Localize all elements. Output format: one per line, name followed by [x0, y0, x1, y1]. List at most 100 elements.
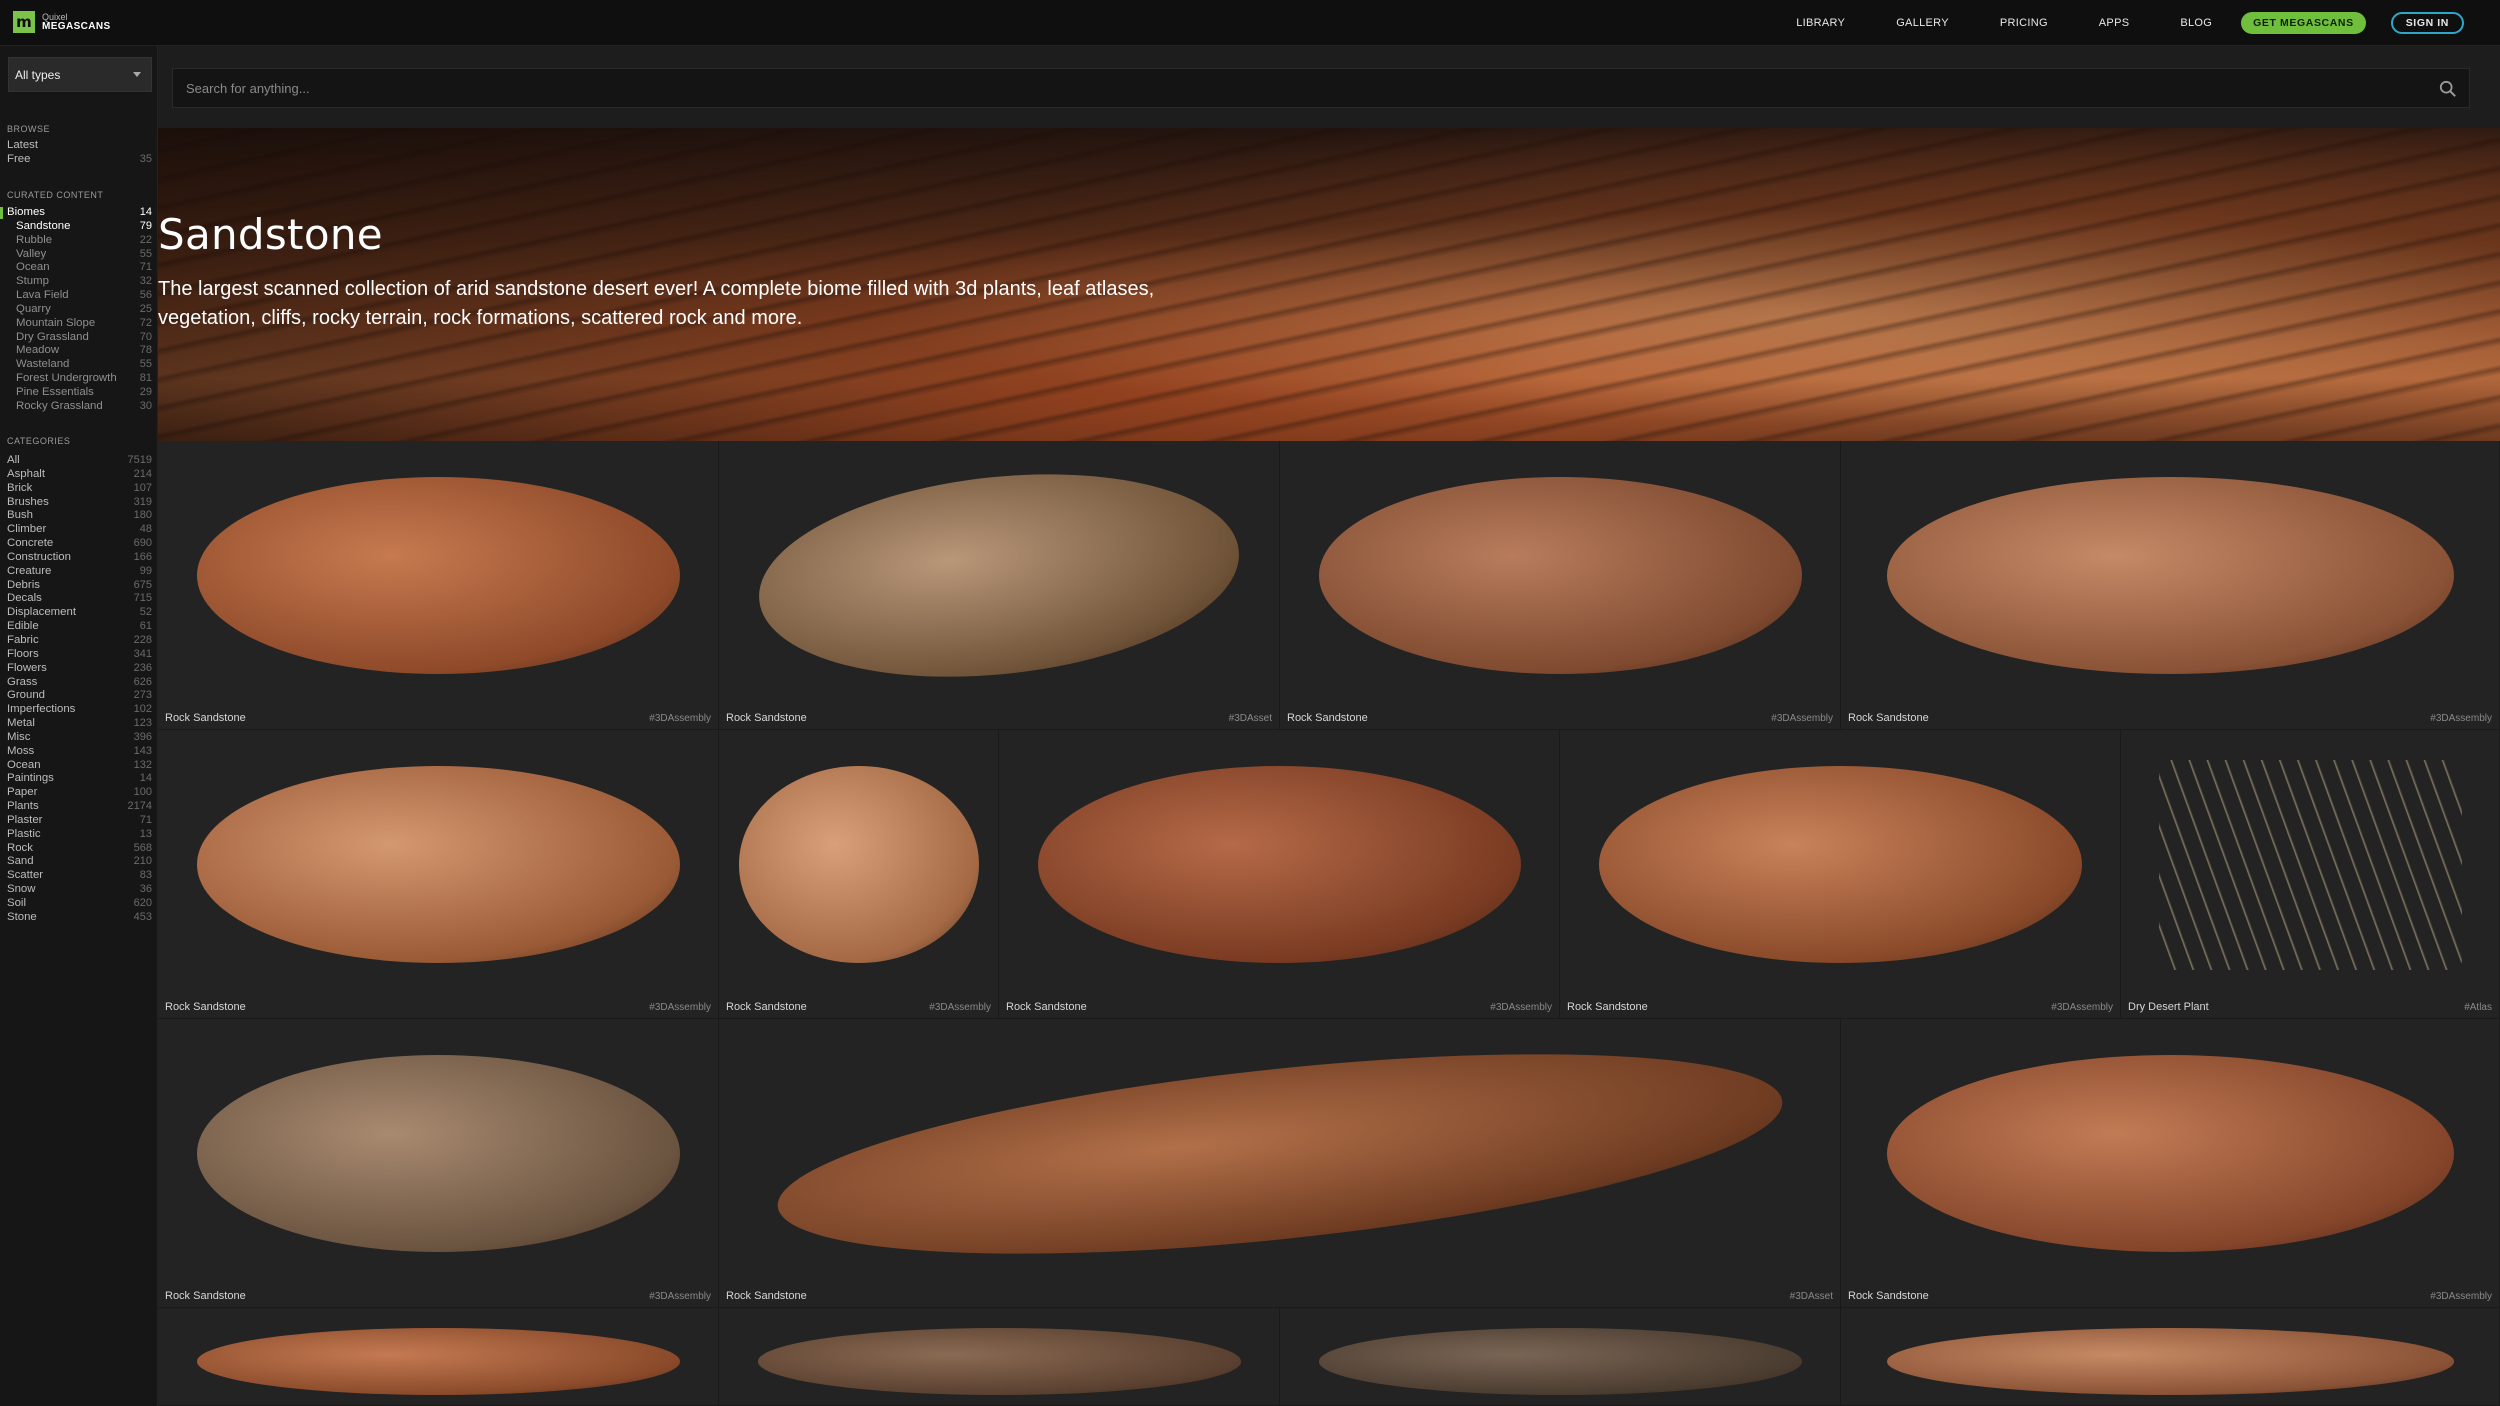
category-item[interactable]: Stone 453 [0, 911, 157, 925]
curated-item[interactable]: Rocky Grassland 30 [0, 400, 157, 414]
category-item[interactable]: Ocean 132 [0, 758, 157, 773]
curated-item-label: Ocean [16, 261, 50, 274]
category-item[interactable]: Plants 2174 [0, 800, 157, 814]
curated-item-count: 70 [139, 330, 152, 343]
curated-item[interactable]: Dry Grassland 70 [0, 330, 157, 345]
search-input[interactable] [186, 80, 2386, 96]
category-item[interactable]: Metal 123 [0, 717, 157, 731]
category-item[interactable]: Displacement 52 [0, 606, 157, 620]
curated-item[interactable]: Biomes 14 [0, 206, 157, 220]
curated-item[interactable]: Ocean 71 [0, 261, 157, 275]
category-item[interactable]: Rock 568 [0, 842, 157, 856]
asset-card[interactable]: Rock Sandstone #3DAssembly [158, 441, 719, 730]
asset-name: Rock Sandstone [1848, 1290, 1929, 1302]
asset-card[interactable]: Rock Sandstone #3DAsset [719, 441, 1280, 730]
category-item-label: Decals [7, 592, 42, 605]
asset-card[interactable]: Rock Sandstone #3DAsset [719, 1019, 1841, 1308]
curated-item[interactable]: Valley 55 [0, 247, 157, 262]
category-item[interactable]: Sand 210 [0, 855, 157, 869]
curated-item[interactable]: Quarry 25 [0, 303, 157, 317]
category-item[interactable]: Creature 99 [0, 565, 157, 579]
curated-item[interactable]: Forest Undergrowth 81 [0, 372, 157, 386]
category-item-label: Ocean [7, 758, 41, 771]
category-item[interactable]: Floors 341 [0, 648, 157, 662]
browse-item[interactable]: Latest [0, 139, 157, 153]
curated-item-label: Valley [16, 247, 47, 260]
category-item-label: Sand [7, 855, 34, 868]
category-item[interactable]: Brick 107 [0, 482, 157, 496]
category-item[interactable]: Soil 620 [0, 897, 157, 911]
asset-card[interactable]: Rock Sandstone #3DAssembly [999, 730, 1560, 1019]
asset-card[interactable] [158, 1308, 719, 1406]
asset-card[interactable]: Rock Sandstone #3DAssembly [1280, 441, 1841, 730]
category-item[interactable]: Paper 100 [0, 786, 157, 800]
asset-thumbnail [1887, 1328, 2454, 1395]
category-item[interactable]: Brushes 319 [0, 496, 157, 510]
curated-item[interactable]: Lava Field 56 [0, 289, 157, 303]
asset-card[interactable]: Rock Sandstone #3DAssembly [158, 730, 719, 1019]
curated-item[interactable]: Wasteland 55 [0, 358, 157, 372]
category-item[interactable]: Debris 675 [0, 579, 157, 593]
category-item[interactable]: Decals 715 [0, 592, 157, 606]
asset-card[interactable] [1841, 1308, 2500, 1406]
category-item[interactable]: Imperfections 102 [0, 703, 157, 717]
nav-apps[interactable]: APPS [2099, 17, 2130, 29]
asset-card[interactable] [1280, 1308, 1841, 1406]
category-item[interactable]: Scatter 83 [0, 869, 157, 883]
category-item-label: Concrete [7, 537, 54, 550]
asset-card[interactable]: Rock Sandstone #3DAssembly [1560, 730, 2121, 1019]
nav-gallery[interactable]: GALLERY [1896, 17, 1949, 29]
category-item[interactable]: Paintings 14 [0, 772, 157, 786]
asset-card[interactable]: Rock Sandstone #3DAssembly [158, 1019, 719, 1308]
asset-card[interactable] [719, 1308, 1280, 1406]
asset-card[interactable]: Rock Sandstone #3DAssembly [719, 730, 999, 1019]
category-item[interactable]: Construction 166 [0, 551, 157, 565]
category-item-label: Soil [7, 897, 26, 909]
asset-type-tag: #3DAssembly [1490, 1002, 1552, 1013]
category-item[interactable]: Bush 180 [0, 509, 157, 523]
category-item-count: 210 [133, 855, 152, 868]
category-item-count: 102 [133, 703, 152, 716]
asset-thumbnail [197, 1055, 680, 1252]
category-item-count: 715 [133, 592, 152, 605]
category-item[interactable]: Plastic 13 [0, 828, 157, 842]
category-item[interactable]: Moss 143 [0, 745, 157, 759]
asset-card[interactable]: Rock Sandstone #3DAssembly [1841, 441, 2500, 730]
megascans-logo[interactable]: m Quixel MEGASCANS [13, 11, 111, 33]
browse-item[interactable]: Free 35 [0, 153, 157, 167]
category-item[interactable]: Edible 61 [0, 620, 157, 634]
curated-item-label: Stump [16, 275, 49, 288]
category-item[interactable]: Grass 626 [0, 676, 157, 690]
asset-thumbnail [1038, 766, 1521, 963]
category-item[interactable]: Fabric 228 [0, 634, 157, 648]
category-item[interactable]: Snow 36 [0, 883, 157, 897]
curated-item[interactable]: Stump 32 [0, 275, 157, 289]
category-item[interactable]: Concrete 690 [0, 537, 157, 551]
search-icon[interactable] [2439, 80, 2457, 98]
sign-in-button[interactable]: SIGN IN [2390, 12, 2464, 34]
nav-blog[interactable]: BLOG [2180, 17, 2212, 29]
category-item[interactable]: All 7519 [0, 454, 157, 468]
asset-type-select[interactable]: All types [8, 57, 152, 92]
category-item[interactable]: Plaster 71 [0, 814, 157, 828]
curated-item[interactable]: Sandstone 79 [0, 220, 157, 234]
asset-type-tag: #3DAssembly [2430, 713, 2492, 724]
category-item[interactable]: Climber 48 [0, 523, 157, 537]
asset-type-tag: #3DAssembly [2051, 1002, 2113, 1013]
curated-item-label: Mountain Slope [16, 316, 96, 329]
curated-item-count: 78 [139, 344, 152, 357]
category-item[interactable]: Misc 396 [0, 731, 157, 745]
nav-library[interactable]: LIBRARY [1796, 17, 1845, 29]
get-megascans-button[interactable]: GET MEGASCANS [2241, 12, 2366, 34]
curated-item[interactable]: Pine Essentials 29 [0, 386, 157, 400]
curated-item[interactable]: Mountain Slope 72 [0, 316, 157, 331]
curated-item-count: 56 [139, 289, 152, 302]
curated-item[interactable]: Meadow 78 [0, 344, 157, 358]
asset-card[interactable]: Dry Desert Plant #Atlas [2121, 730, 2500, 1019]
curated-item[interactable]: Rubble 22 [0, 234, 157, 248]
category-item[interactable]: Asphalt 214 [0, 468, 157, 482]
nav-pricing[interactable]: PRICING [2000, 17, 2048, 29]
category-item[interactable]: Ground 273 [0, 689, 157, 703]
asset-card[interactable]: Rock Sandstone #3DAssembly [1841, 1019, 2500, 1308]
category-item[interactable]: Flowers 236 [0, 662, 157, 676]
